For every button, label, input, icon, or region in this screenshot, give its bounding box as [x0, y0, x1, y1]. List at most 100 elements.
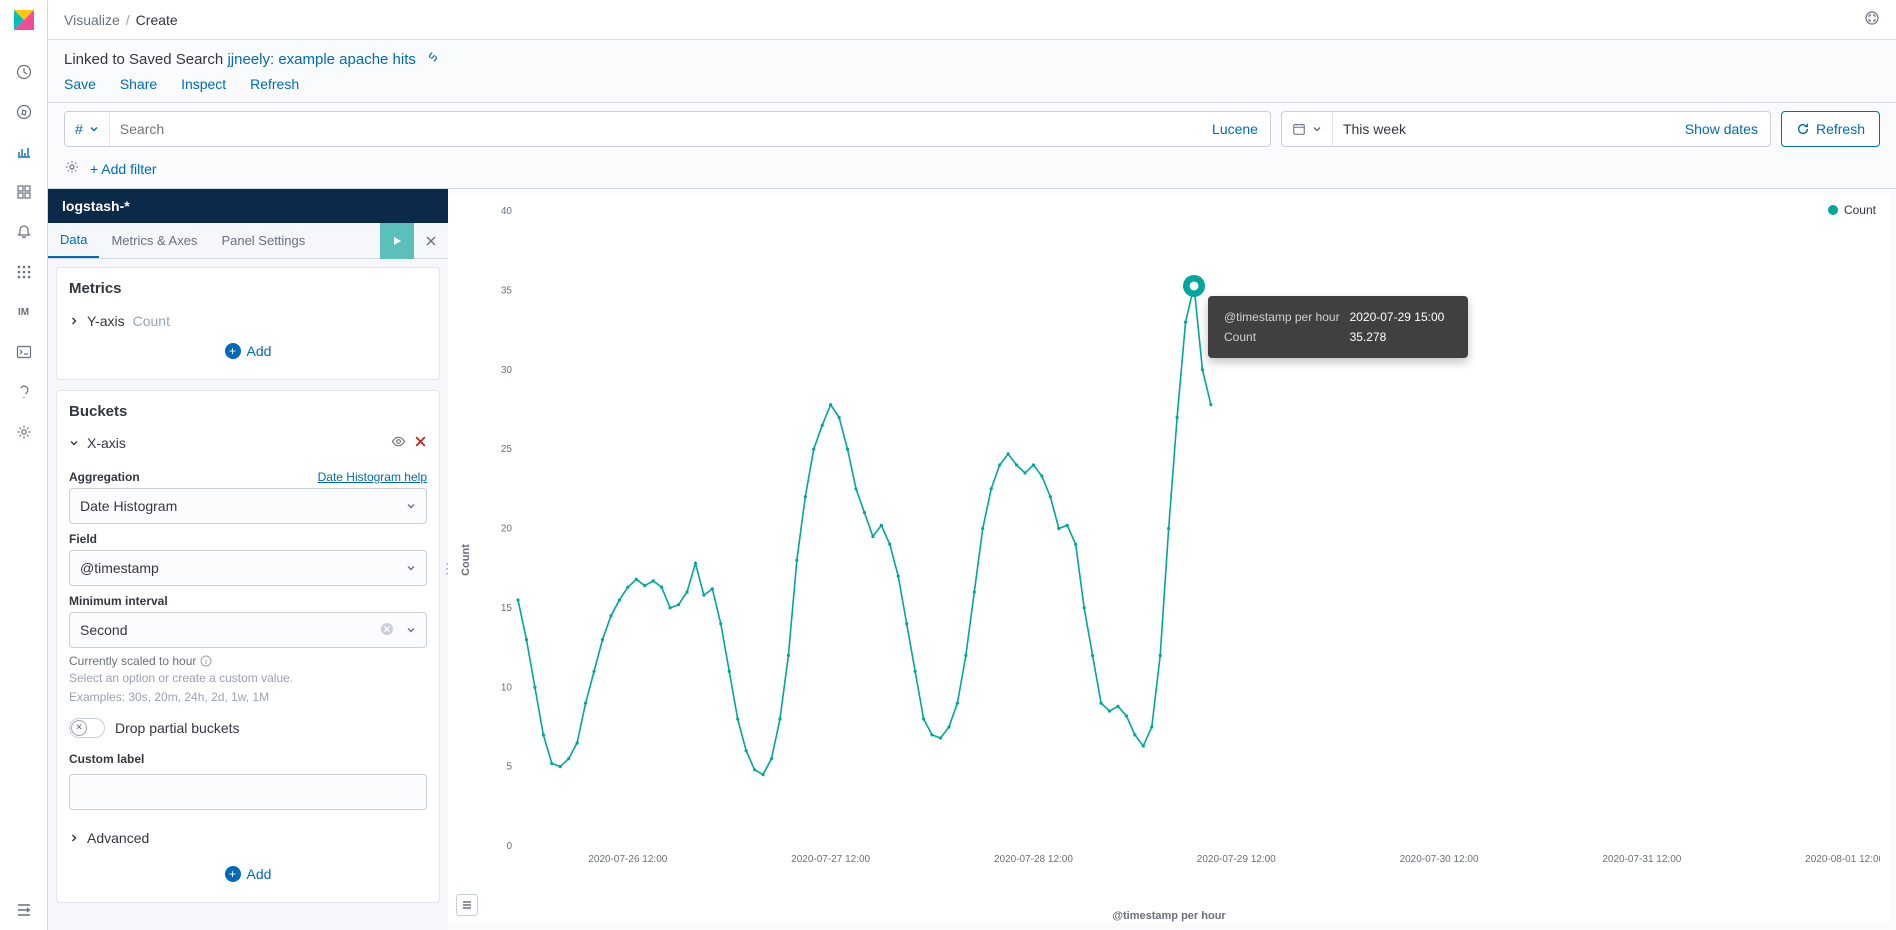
info-icon[interactable]	[200, 655, 212, 667]
clear-interval-icon[interactable]	[380, 622, 394, 639]
legend-toggle-button[interactable]	[456, 894, 478, 916]
add-bucket-button[interactable]: + Add	[69, 858, 427, 890]
editor-sidebar: logstash-* Data Metrics & Axes Panel Set…	[48, 189, 448, 930]
inspect-link[interactable]: Inspect	[181, 76, 226, 92]
plus-circle-icon: +	[225, 343, 241, 359]
bucket-xaxis-row[interactable]: X-axis	[69, 430, 427, 462]
interval-select[interactable]: Second	[69, 612, 427, 648]
buckets-panel: Buckets X-axis	[56, 390, 440, 903]
tab-data[interactable]: Data	[48, 223, 99, 258]
save-link[interactable]: Save	[64, 76, 96, 92]
interval-value: Second	[80, 622, 127, 638]
linked-search-link[interactable]: jjneely: example apache hits	[227, 51, 415, 68]
query-language-button[interactable]: Lucene	[1200, 121, 1270, 137]
calendar-button[interactable]	[1282, 112, 1333, 146]
breadcrumb-parent[interactable]: Visualize	[64, 12, 120, 28]
yaxis-label: Y-axis	[87, 313, 125, 329]
date-picker[interactable]: This week Show dates	[1281, 111, 1771, 147]
calendar-icon	[1292, 122, 1306, 136]
field-select[interactable]: @timestamp	[69, 550, 427, 586]
filter-bar: + Add filter	[48, 155, 1896, 189]
scaled-sub2: Examples: 30s, 20m, 24h, 2d, 1w, 1M	[69, 689, 427, 706]
help-icon[interactable]	[0, 372, 48, 412]
breadcrumb-current: Create	[136, 12, 178, 28]
date-range-text: This week	[1333, 121, 1673, 137]
kibana-logo[interactable]	[12, 8, 36, 32]
discover-icon[interactable]	[0, 92, 48, 132]
aggregation-help-link[interactable]: Date Histogram help	[318, 470, 427, 484]
filter-options-icon[interactable]	[64, 159, 80, 178]
metric-yaxis-row[interactable]: Y-axis Count	[69, 307, 427, 335]
tooltip-val2: 35.278	[1350, 328, 1453, 346]
metrics-title: Metrics	[69, 280, 427, 297]
fullscreen-icon[interactable]	[1864, 10, 1880, 29]
chevron-right-icon	[69, 833, 79, 843]
svg-text:20: 20	[501, 524, 513, 535]
index-pattern-header[interactable]: logstash-*	[48, 189, 448, 223]
custom-label-label: Custom label	[69, 752, 144, 766]
svg-text:2020-07-27 12:00: 2020-07-27 12:00	[791, 854, 870, 865]
apps-icon[interactable]	[0, 252, 48, 292]
svg-text:2020-08-01 12:00: 2020-08-01 12:00	[1805, 854, 1880, 865]
console-icon[interactable]	[0, 332, 48, 372]
scaled-sub1: Select an option or create a custom valu…	[69, 670, 427, 687]
xaxis-label: X-axis	[87, 435, 126, 451]
interval-label: Minimum interval	[69, 594, 168, 608]
collapse-nav-icon[interactable]	[0, 890, 48, 930]
linked-search-row: Linked to Saved Search jjneely: example …	[48, 40, 1896, 68]
refresh-button[interactable]: Refresh	[1781, 111, 1880, 147]
svg-text:5: 5	[506, 762, 512, 773]
svg-text:10: 10	[501, 682, 513, 693]
advanced-toggle[interactable]: Advanced	[69, 824, 427, 852]
refresh-label: Refresh	[1816, 121, 1865, 137]
chart-svg[interactable]: 05101520253035402020-07-26 12:002020-07-…	[488, 205, 1880, 874]
svg-text:25: 25	[501, 444, 513, 455]
tab-metrics-axes[interactable]: Metrics & Axes	[99, 223, 209, 258]
refresh-link[interactable]: Refresh	[250, 76, 299, 92]
svg-text:35: 35	[501, 285, 513, 296]
field-label: Field	[69, 532, 97, 546]
plus-circle-icon: +	[225, 866, 241, 882]
svg-text:15: 15	[501, 603, 513, 614]
play-icon	[391, 235, 403, 247]
index-mgmt-icon[interactable]: IM	[0, 292, 48, 332]
drop-partial-switch[interactable]: ✕	[69, 718, 105, 738]
recent-icon[interactable]	[0, 52, 48, 92]
add-metric-button[interactable]: + Add	[69, 335, 427, 367]
yaxis-value: Count	[133, 313, 170, 329]
field-value: @timestamp	[80, 560, 159, 576]
chevron-down-icon	[406, 625, 416, 635]
chevron-down-icon	[89, 124, 99, 134]
chevron-down-icon	[406, 501, 416, 511]
visualize-icon[interactable]	[0, 132, 48, 172]
aggregation-select[interactable]: Date Histogram	[69, 488, 427, 524]
toggle-visibility-icon[interactable]	[391, 434, 406, 452]
scaled-hint: Currently scaled to hour	[69, 654, 196, 668]
close-icon	[425, 235, 437, 247]
add-bucket-label: Add	[247, 866, 272, 882]
show-dates-button[interactable]: Show dates	[1673, 121, 1770, 137]
add-filter-button[interactable]: + Add filter	[90, 161, 157, 177]
tab-panel-settings[interactable]: Panel Settings	[209, 223, 317, 258]
alerts-icon[interactable]	[0, 212, 48, 252]
top-actions: Save Share Inspect Refresh	[48, 68, 1896, 103]
custom-label-input[interactable]	[69, 774, 427, 810]
discard-changes-button[interactable]	[414, 223, 448, 259]
svg-text:0: 0	[506, 841, 512, 852]
settings-icon[interactable]	[0, 412, 48, 452]
add-metric-label: Add	[247, 343, 272, 359]
resize-handle[interactable]: ⋮	[440, 560, 454, 577]
apply-changes-button[interactable]	[380, 223, 414, 259]
x-axis-label: @timestamp per hour	[1112, 910, 1225, 922]
search-input[interactable]	[110, 112, 1200, 146]
svg-text:2020-07-28 12:00: 2020-07-28 12:00	[994, 854, 1073, 865]
saved-query-button[interactable]: #	[65, 112, 110, 146]
svg-text:2020-07-29 12:00: 2020-07-29 12:00	[1197, 854, 1276, 865]
share-link[interactable]: Share	[120, 76, 157, 92]
svg-text:40: 40	[501, 206, 513, 217]
remove-bucket-icon[interactable]	[414, 435, 427, 451]
unlink-icon[interactable]	[426, 51, 440, 68]
dashboard-icon[interactable]	[0, 172, 48, 212]
drop-partial-label: Drop partial buckets	[115, 720, 240, 736]
breadcrumb: Visualize / Create	[48, 0, 1896, 40]
